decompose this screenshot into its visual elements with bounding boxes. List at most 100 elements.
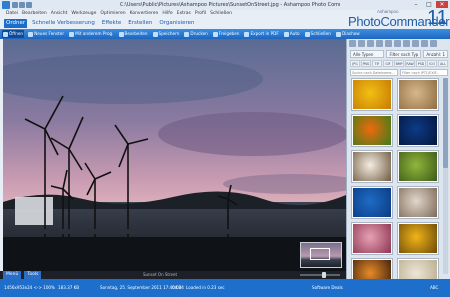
type-jpg[interactable]: JPG: [350, 60, 360, 67]
sort-icon[interactable]: [394, 40, 401, 47]
navigator-preview[interactable]: [300, 242, 342, 268]
navigator-viewport[interactable]: [310, 248, 330, 260]
menu-item-hilfe[interactable]: Hilfe: [162, 10, 172, 18]
viewer-status-bar: Menü Tools Sunset On Street: [0, 271, 346, 279]
thumbnail-6[interactable]: [397, 150, 439, 183]
menu-item-extras[interactable]: Extras: [177, 10, 191, 18]
menu-item-optimieren[interactable]: Optimieren: [100, 10, 125, 18]
edit-icon: [118, 31, 124, 37]
tab-organisieren[interactable]: Organisieren: [157, 19, 196, 28]
thumbnail-8[interactable]: [397, 186, 439, 219]
thumbnail-image: [353, 152, 391, 181]
zoom-slider[interactable]: [300, 272, 340, 278]
thumbnail-image: [353, 224, 391, 253]
filename-search-input[interactable]: Suche nach Dateiname...: [350, 69, 398, 76]
folder-open-icon: [3, 31, 8, 37]
thumbnail-image: [399, 80, 437, 109]
zoom-slider-knob[interactable]: [322, 272, 326, 278]
tab-ordner[interactable]: Ordner: [4, 19, 28, 28]
print-button[interactable]: Drucken: [183, 30, 208, 38]
thumbnail-1[interactable]: [351, 78, 393, 111]
menu-item-bearbeiten[interactable]: Bearbeiten: [22, 10, 47, 18]
type-ico[interactable]: ICO: [427, 60, 437, 67]
panel-toolbar: [349, 40, 449, 48]
thumbnail-2[interactable]: [397, 78, 439, 111]
status-timing: 04:34: [172, 285, 184, 290]
redo-icon[interactable]: [26, 2, 32, 8]
image-viewer[interactable]: Menü Tools Sunset On Street: [0, 39, 346, 279]
all-types-dropdown[interactable]: Alle Typen: [350, 50, 385, 58]
menu-item-profil[interactable]: Profil: [195, 10, 206, 18]
viewer-tools-tab[interactable]: Tools: [24, 271, 42, 279]
tab-effekte[interactable]: Effekte: [100, 19, 123, 28]
status-loaded: Loaded in 0.23 sec: [186, 285, 225, 290]
edit-button[interactable]: Bearbeiten: [118, 30, 149, 38]
export-pdf-button[interactable]: Export in PDF: [243, 30, 279, 38]
menu-item-werkzeuge[interactable]: Werkzeuge: [71, 10, 96, 18]
back-icon[interactable]: [349, 40, 356, 47]
new-window-button[interactable]: Neues Fenster: [27, 30, 65, 38]
status-dimensions: 1456x953x24 <-> 100%: [4, 285, 55, 290]
save-icon[interactable]: [12, 2, 18, 8]
image-caption: Sunset On Street: [142, 272, 178, 277]
tab-erstellen[interactable]: Erstellen: [126, 19, 154, 28]
ribbon-tabs: Ordner Schnelle Verbesserung Effekte Ers…: [4, 19, 197, 28]
browser-panel: Alle Typen Filter nach Typ Anzahl: 1 JPG…: [346, 39, 450, 291]
type-psd[interactable]: PSD: [416, 60, 426, 67]
type-gif[interactable]: GIF: [383, 60, 393, 67]
share-icon: [212, 31, 218, 37]
view-icon[interactable]: [385, 40, 392, 47]
print-icon: [184, 31, 190, 37]
undo-icon[interactable]: [19, 2, 25, 8]
grid-icon[interactable]: [412, 40, 419, 47]
search-row: Suche nach Dateiname... Filter nach IPTC…: [350, 69, 448, 76]
thumbnail-9[interactable]: [351, 222, 393, 255]
pdf-icon: [244, 31, 250, 37]
auto-button[interactable]: Auto: [283, 30, 301, 38]
sunset-photo[interactable]: [3, 39, 346, 271]
status-trailing: ABC: [430, 285, 439, 290]
main-toolbar: Öffnen Neues Fenster Mit anderem Prog. B…: [0, 29, 450, 39]
type-raw[interactable]: RAW: [405, 60, 415, 67]
thumbnail-7[interactable]: [351, 186, 393, 219]
up-icon[interactable]: [367, 40, 374, 47]
menu-item-konvertieren[interactable]: Konvertieren: [130, 10, 159, 18]
viewer-tabs: Menü Tools: [3, 271, 42, 279]
type-all[interactable]: ALL: [438, 60, 448, 67]
save-button[interactable]: Speichern: [152, 30, 181, 38]
type-tif[interactable]: TIF: [372, 60, 382, 67]
status-date: Sonntag, 25. September 2011 17:40:00: [100, 285, 182, 290]
settings-icon[interactable]: [403, 40, 410, 47]
type-bmp[interactable]: BMP: [394, 60, 404, 67]
menu-item-schliessen[interactable]: Schließen: [210, 10, 232, 18]
scrollbar-thumb[interactable]: [443, 78, 448, 168]
filter-type-dropdown[interactable]: Filter nach Typ: [386, 50, 422, 58]
close-icon: [304, 31, 310, 37]
share-button[interactable]: Freigeben: [212, 30, 241, 38]
tab-schnelle-verbesserung[interactable]: Schnelle Verbesserung: [30, 19, 97, 28]
thumbnail-image: [353, 116, 391, 145]
forward-icon[interactable]: [358, 40, 365, 47]
close-image-button[interactable]: Schließen: [304, 30, 332, 38]
thumbnail-image: [399, 188, 437, 217]
open-button[interactable]: Öffnen: [2, 30, 25, 38]
status-shortcut[interactable]: Software Deals: [312, 279, 343, 297]
refresh-icon[interactable]: [376, 40, 383, 47]
list-icon[interactable]: [421, 40, 428, 47]
app-icon[interactable]: [2, 1, 10, 9]
thumbnail-image: [399, 116, 437, 145]
thumbnail-3[interactable]: [351, 114, 393, 147]
wand-icon: [283, 31, 289, 37]
viewer-menu-tab[interactable]: Menü: [3, 271, 22, 279]
type-png[interactable]: PNG: [361, 60, 371, 67]
thumbnail-10[interactable]: [397, 222, 439, 255]
thumbnail-4[interactable]: [397, 114, 439, 147]
open-with-button[interactable]: Mit anderem Prog.: [68, 30, 114, 38]
thumbnail-5[interactable]: [351, 150, 393, 183]
thumbnail-scrollbar[interactable]: [443, 78, 448, 274]
more-icon[interactable]: [430, 40, 437, 47]
menu-item-datei[interactable]: Datei: [6, 10, 18, 18]
menu-item-ansicht[interactable]: Ansicht: [51, 10, 68, 18]
metadata-filter-input[interactable]: Filter nach IPTC/EXIF...: [400, 69, 448, 76]
slideshow-button[interactable]: Diashow: [335, 30, 361, 38]
